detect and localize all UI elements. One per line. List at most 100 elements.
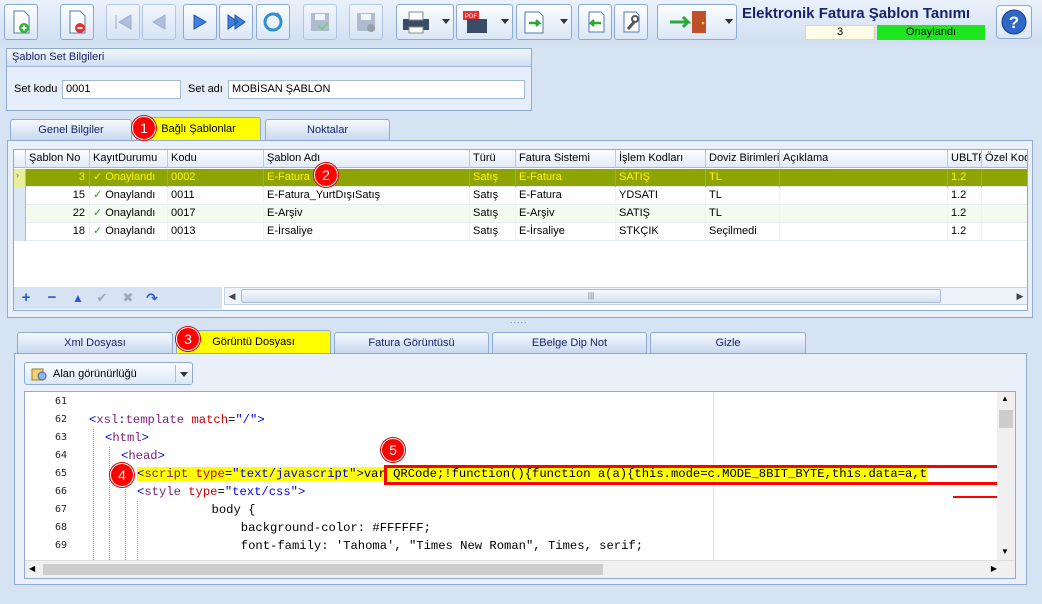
cell-status: ✓ Onaylandı bbox=[90, 205, 168, 223]
chevron-down-icon[interactable] bbox=[725, 19, 733, 24]
move-up-button[interactable]: ▲ bbox=[68, 289, 88, 307]
column-header[interactable]: Kodu bbox=[168, 150, 264, 168]
add-row-button[interactable]: + bbox=[16, 289, 36, 307]
line-number: 64 bbox=[54, 450, 67, 461]
cell-status: ✓ Onaylandı bbox=[90, 223, 168, 241]
refresh-button[interactable] bbox=[256, 4, 290, 40]
tab-ebelge-footnote[interactable]: EBelge Dip Not bbox=[492, 332, 647, 353]
scroll-thumb[interactable]: ||| bbox=[241, 289, 941, 303]
cell-currency: TL bbox=[706, 205, 780, 223]
check-icon: ✓ bbox=[93, 171, 103, 183]
table-row[interactable]: 22 ✓ Onaylandı 0017 E-Arşiv Satış E-Arşiv… bbox=[14, 205, 1027, 223]
code-line: body { bbox=[153, 503, 256, 517]
column-header[interactable]: Açıklama bbox=[780, 150, 948, 168]
set-code-label: Set kodu bbox=[14, 83, 58, 95]
chevron-down-icon[interactable] bbox=[501, 19, 509, 24]
grid-horizontal-scrollbar[interactable]: ◀ ||| ▶ bbox=[224, 287, 1027, 305]
tab-general-info[interactable]: Genel Bilgiler bbox=[10, 119, 132, 140]
previous-record-button[interactable] bbox=[142, 4, 176, 40]
column-header[interactable]: Fatura Sistemi bbox=[516, 150, 616, 168]
status-text: Onaylandı bbox=[105, 189, 156, 201]
import-button[interactable] bbox=[516, 4, 572, 40]
cell-no: 22 bbox=[26, 205, 90, 223]
row-indicator bbox=[14, 187, 26, 205]
line-number: 67 bbox=[54, 504, 67, 515]
table-row[interactable]: › 3 ✓ Onaylandı 0002 E-Fatura Satış E-Fat… bbox=[14, 169, 1027, 187]
cell-code: 0017 bbox=[168, 205, 264, 223]
scroll-down-arrow[interactable]: ▼ bbox=[1001, 547, 1009, 556]
line-number: 69 bbox=[54, 540, 67, 551]
table-row[interactable]: 15 ✓ Onaylandı 0011 E-Fatura_YurtDışıSatı… bbox=[14, 187, 1027, 205]
field-visibility-button[interactable]: Alan görünürlüğü bbox=[24, 362, 193, 385]
tab-hide[interactable]: Gizle bbox=[650, 332, 806, 353]
cell-special bbox=[982, 187, 1027, 205]
cell-ops: YDSATI bbox=[616, 187, 706, 205]
first-record-icon bbox=[115, 14, 132, 30]
cell-desc bbox=[780, 205, 948, 223]
cell-ops: STKÇIK bbox=[616, 223, 706, 241]
print-button[interactable] bbox=[396, 4, 454, 40]
scroll-right-arrow[interactable]: ▶ bbox=[991, 564, 997, 573]
remove-row-button[interactable]: − bbox=[42, 289, 62, 307]
chevron-down-icon[interactable] bbox=[442, 19, 450, 24]
back-button[interactable] bbox=[578, 4, 612, 40]
editor-vertical-scrollbar[interactable]: ▲ ▼ bbox=[997, 392, 1015, 562]
chevron-down-icon[interactable] bbox=[560, 19, 568, 24]
cell-system: E-Fatura bbox=[516, 169, 616, 187]
cell-ops: SATIŞ bbox=[616, 205, 706, 223]
refresh-grid-button[interactable]: ↷ bbox=[142, 289, 162, 307]
check-icon: ✓ bbox=[93, 207, 103, 219]
column-header[interactable]: KayıtDurumu bbox=[90, 150, 168, 168]
splitter-grip[interactable]: ..... bbox=[510, 315, 528, 325]
status-badge: Onaylandı bbox=[877, 25, 985, 40]
confirm-button[interactable]: ✔ bbox=[92, 289, 112, 307]
column-header[interactable]: Şablon Adı bbox=[264, 150, 470, 168]
last-record-button[interactable] bbox=[219, 4, 253, 40]
line-number: 62 bbox=[54, 414, 67, 425]
cell-ubl: 1.2 bbox=[948, 205, 982, 223]
delete-button[interactable] bbox=[60, 4, 94, 40]
set-code-input[interactable]: 0001 bbox=[62, 80, 181, 99]
column-header[interactable]: UBLTR bbox=[948, 150, 982, 168]
tools-button[interactable] bbox=[614, 4, 648, 40]
save-close-button[interactable] bbox=[349, 4, 383, 40]
tab-invoice-view[interactable]: Fatura Görüntüsü bbox=[334, 332, 489, 353]
column-header[interactable]: Türü bbox=[470, 150, 516, 168]
cell-type: Satış bbox=[470, 169, 516, 187]
pdf-export-button[interactable]: PDF bbox=[456, 4, 513, 40]
scroll-up-arrow[interactable]: ▲ bbox=[1001, 394, 1009, 403]
status-text: Onaylandı bbox=[105, 207, 156, 219]
help-button[interactable]: ? bbox=[996, 5, 1032, 39]
tab-points[interactable]: Noktalar bbox=[265, 119, 390, 140]
chevron-down-icon[interactable] bbox=[180, 372, 188, 377]
column-header[interactable]: Şablon No bbox=[26, 150, 90, 168]
callout-marker-1: 1 bbox=[132, 116, 156, 140]
cell-no: 15 bbox=[26, 187, 90, 205]
table-row[interactable]: 18 ✓ Onaylandı 0013 E-İrsaliye Satış E-İr… bbox=[14, 223, 1027, 241]
new-button[interactable] bbox=[4, 4, 38, 40]
cell-type: Satış bbox=[470, 223, 516, 241]
first-record-button[interactable] bbox=[106, 4, 140, 40]
save-button[interactable] bbox=[303, 4, 337, 40]
line-number: 66 bbox=[54, 486, 67, 497]
cancel-button[interactable]: ✖ bbox=[118, 289, 138, 307]
set-name-input[interactable]: MOBİSAN ŞABLON bbox=[228, 80, 525, 99]
column-header[interactable]: Doviz Birimleri bbox=[706, 150, 780, 168]
cell-ops: SATIŞ bbox=[616, 169, 706, 187]
column-header[interactable]: Özel Kod bbox=[982, 150, 1027, 168]
tab-xml-file[interactable]: Xml Dosyası bbox=[17, 332, 173, 353]
scroll-left-arrow[interactable]: ◀ bbox=[225, 288, 239, 304]
next-record-button[interactable] bbox=[183, 4, 217, 40]
code-editor[interactable]: 61 62 63 64 65 66 67 68 69 <xsl:template… bbox=[24, 391, 1016, 579]
exit-button[interactable] bbox=[657, 4, 737, 40]
column-header[interactable]: İşlem Kodları bbox=[616, 150, 706, 168]
save-close-icon bbox=[357, 13, 375, 32]
row-indicator bbox=[14, 223, 26, 241]
scroll-thumb[interactable] bbox=[999, 410, 1013, 428]
scroll-right-arrow[interactable]: ▶ bbox=[1013, 288, 1027, 304]
cell-type: Satış bbox=[470, 205, 516, 223]
scroll-left-arrow[interactable]: ◀ bbox=[29, 564, 35, 573]
code-line: <style type="text/css"> bbox=[137, 485, 306, 499]
scroll-thumb[interactable] bbox=[43, 564, 603, 575]
editor-horizontal-scrollbar[interactable]: ◀ ▶ bbox=[25, 560, 1015, 578]
